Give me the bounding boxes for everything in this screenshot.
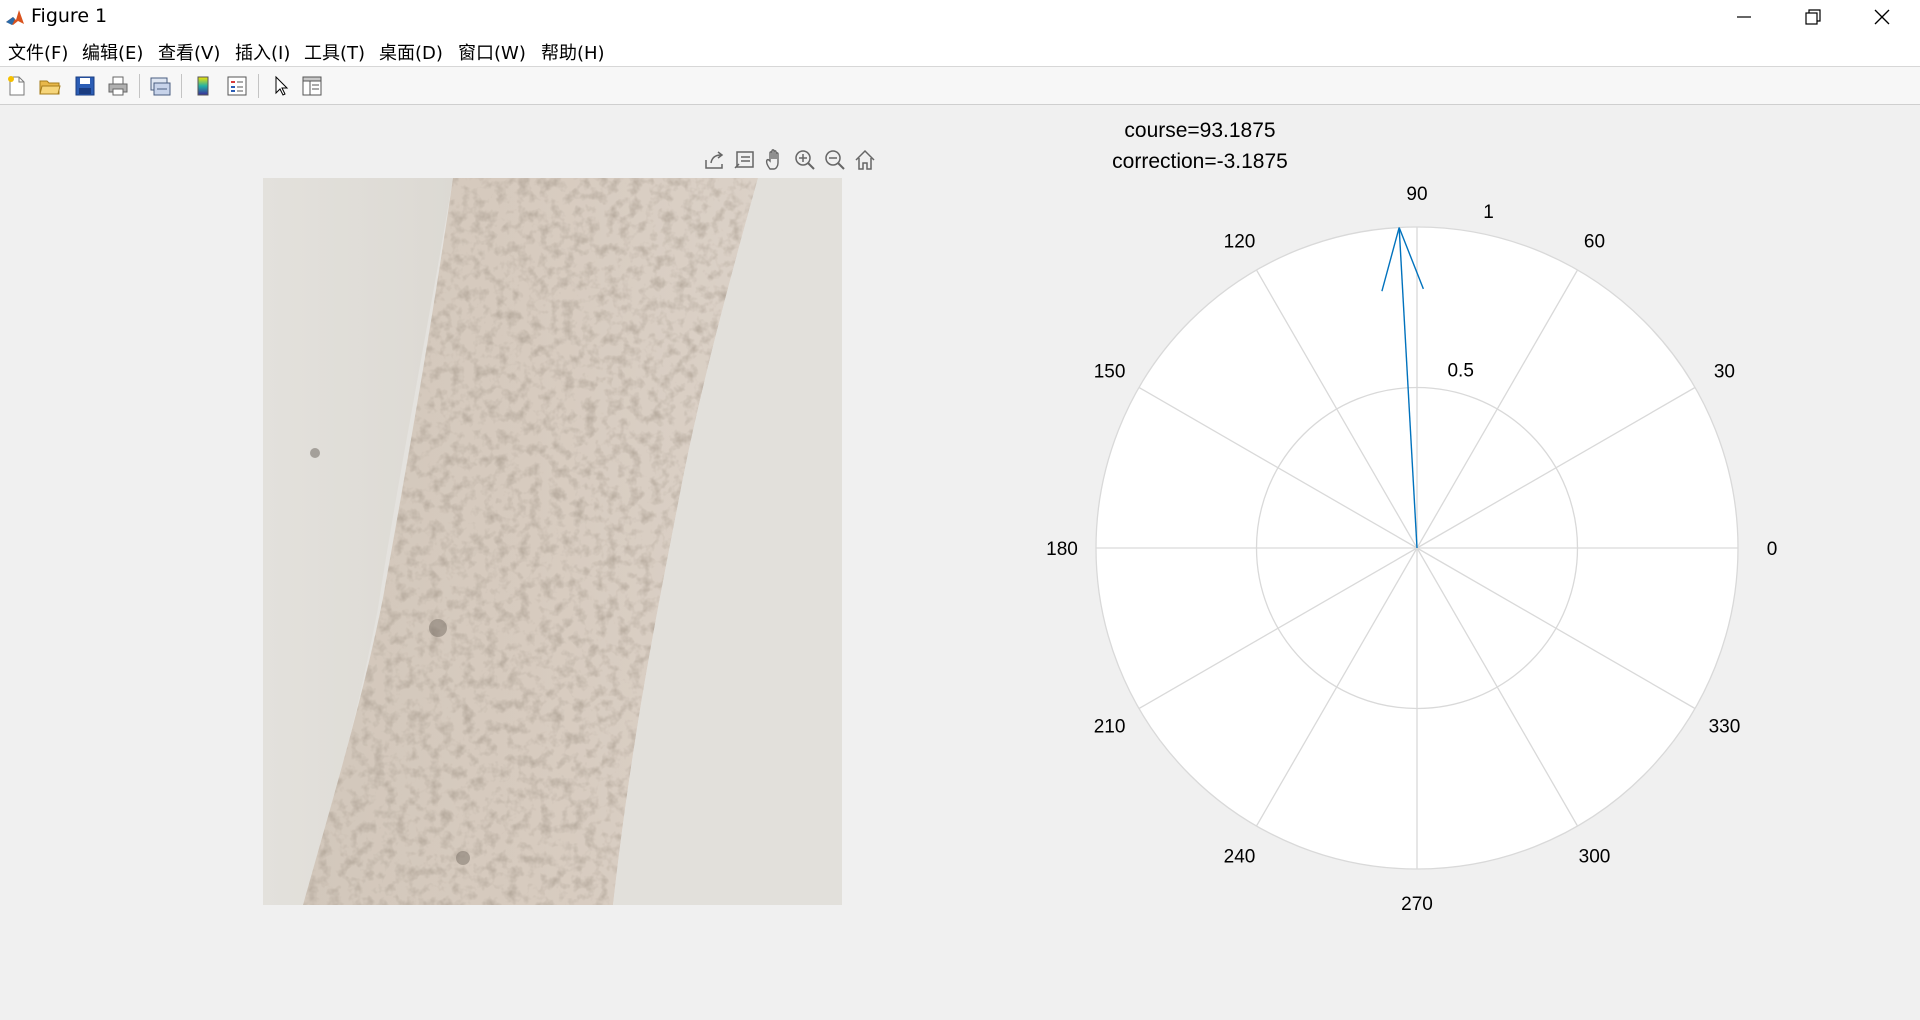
save-button[interactable]: [71, 72, 98, 99]
polar-spoke: [1255, 269, 1418, 549]
maximize-icon: [1805, 9, 1821, 25]
polar-spoke: [1416, 386, 1696, 549]
export-button[interactable]: [701, 146, 729, 174]
polar-spoke: [1255, 547, 1418, 827]
menu-help[interactable]: 帮助(H): [541, 39, 605, 65]
angle-tick-label: 30: [1714, 362, 1735, 383]
photo-spot: [429, 619, 447, 637]
colorbar-icon: [197, 76, 208, 95]
insert-legend-button[interactable]: [223, 72, 250, 99]
close-icon: [1874, 9, 1890, 25]
compass-arrow-shaft: [1398, 227, 1418, 549]
image-axes[interactable]: [263, 178, 842, 905]
print-button[interactable]: [104, 72, 131, 99]
angle-tick-label: 180: [1046, 539, 1078, 560]
angle-tick-label: 60: [1584, 232, 1605, 253]
menu-view[interactable]: 查看(V): [158, 39, 220, 65]
angle-tick-label: 270: [1401, 894, 1433, 915]
toolbar-separator: [139, 74, 140, 98]
zoom-out-icon: [825, 150, 845, 170]
menu-desktop[interactable]: 桌面(D): [379, 39, 443, 65]
title-bar: Figure 1: [0, 0, 1920, 34]
print-icon: [108, 76, 127, 95]
zoom-in-icon: [795, 150, 815, 170]
angle-tick-label: 240: [1224, 846, 1256, 867]
polar-title-line-1: course=93.1875: [1124, 119, 1276, 142]
insert-colorbar-button[interactable]: [189, 72, 216, 99]
angle-tick-label: 150: [1094, 362, 1126, 383]
angle-tick-label: 330: [1709, 717, 1741, 738]
polar-ring: [1095, 226, 1739, 870]
angle-tick-label: 0: [1767, 539, 1778, 560]
polar-spoke: [1416, 547, 1696, 710]
home-icon: [855, 149, 875, 170]
link-plot-icon: [150, 77, 170, 95]
close-button[interactable]: [1848, 0, 1916, 34]
open-file-button[interactable]: [36, 72, 63, 99]
minimize-button[interactable]: [1710, 0, 1778, 34]
angle-tick-label: 300: [1579, 846, 1611, 867]
polar-spoke: [1416, 269, 1579, 549]
polar-spoke: [1416, 547, 1579, 827]
window-title: Figure 1: [31, 5, 108, 27]
angle-tick-label: 120: [1224, 232, 1256, 253]
home-button[interactable]: [851, 146, 879, 174]
toolbar-separator: [258, 74, 259, 98]
polar-title-line-2: correction=-3.1875: [1112, 150, 1288, 173]
minimize-icon: [1737, 16, 1751, 18]
toolbar-separator: [181, 74, 182, 98]
open-file-icon: [38, 80, 61, 94]
matlab-icon: [4, 7, 26, 29]
compass-arrow-head: [1381, 227, 1400, 292]
angle-tick-label: 90: [1406, 184, 1427, 205]
data-tips-icon: [734, 151, 754, 169]
edit-plot-button[interactable]: [267, 72, 294, 99]
axes-toolbar: [701, 146, 879, 174]
export-icon: [705, 151, 724, 169]
menu-edit[interactable]: 编辑(E): [82, 39, 143, 65]
legend-icon: [227, 76, 246, 95]
data-tips-button[interactable]: [731, 146, 759, 174]
new-figure-icon: [7, 75, 24, 95]
zoom-out-button[interactable]: [821, 146, 849, 174]
pan-button[interactable]: [761, 146, 789, 174]
property-inspector-button[interactable]: [298, 72, 325, 99]
photo-spot: [310, 448, 320, 458]
polar-spoke: [1138, 386, 1418, 549]
property-inspector-icon: [302, 76, 321, 95]
edit-plot-icon: [275, 75, 288, 96]
polar-ring: [1255, 386, 1579, 710]
photo-spot: [456, 851, 470, 865]
link-plot-button[interactable]: [146, 72, 173, 99]
compass-arrow-head: [1398, 227, 1425, 290]
angle-tick-label: 210: [1094, 717, 1126, 738]
new-figure-button[interactable]: [3, 72, 30, 99]
figure-toolbar: [0, 67, 1920, 105]
maximize-button[interactable]: [1779, 0, 1847, 34]
menu-file[interactable]: 文件(F): [8, 39, 68, 65]
menu-bar: 文件(F) 编辑(E) 查看(V) 插入(I) 工具(T) 桌面(D) 窗口(W…: [0, 34, 1920, 89]
menu-insert[interactable]: 插入(I): [235, 39, 290, 65]
polar-background: [1096, 227, 1738, 869]
pan-icon: [765, 149, 779, 170]
save-icon: [75, 76, 94, 95]
radial-tick-label: 0.5: [1447, 360, 1473, 381]
radial-tick-label: 1: [1483, 202, 1494, 223]
menu-window[interactable]: 窗口(W): [458, 39, 526, 65]
menu-tools[interactable]: 工具(T): [304, 39, 365, 65]
polar-spoke: [1138, 547, 1418, 710]
zoom-in-button[interactable]: [791, 146, 819, 174]
